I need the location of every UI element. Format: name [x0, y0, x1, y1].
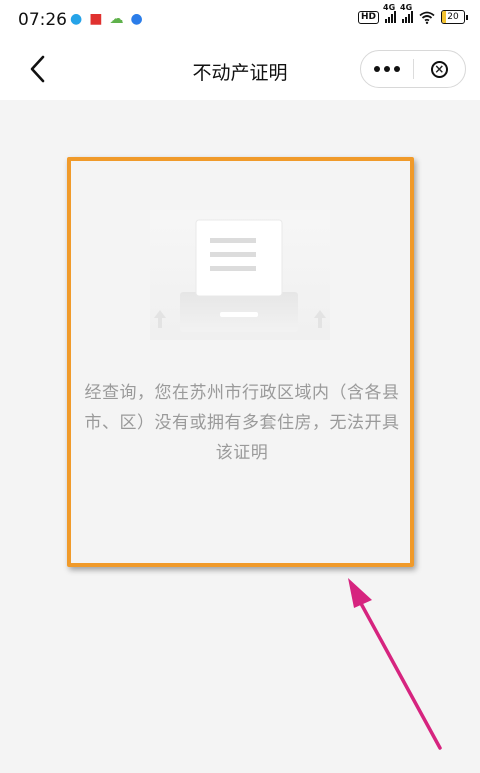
miniprogram-capsule: ×: [360, 50, 466, 88]
wifi-icon: [419, 11, 435, 24]
system-status: HD 4G 4G 20: [357, 3, 468, 24]
app-blue-icon: ●: [130, 11, 143, 27]
status-bar: 07:26 ● ■ ☁ ● HD 4G 4G 20: [0, 0, 480, 40]
signal-icon: 4G: [383, 3, 396, 23]
signal-icon-2: 4G: [400, 3, 413, 23]
more-button[interactable]: [361, 51, 413, 87]
notification-icons: ● ■ ☁ ●: [70, 11, 143, 27]
close-button[interactable]: ×: [414, 51, 466, 87]
more-icon: [373, 66, 400, 72]
weather-icon: ☁: [109, 11, 124, 27]
close-icon: ×: [430, 60, 448, 78]
status-time: 07:26: [18, 10, 67, 30]
nav-bar: 不动产证明 ×: [0, 40, 480, 100]
annotation-highlight-box: [67, 157, 414, 567]
annotation-arrow-icon: [348, 578, 442, 750]
app-red-icon: ■: [89, 11, 103, 27]
battery-icon: 20: [441, 10, 468, 24]
qq-icon: ●: [70, 11, 83, 27]
hd-icon: HD: [357, 10, 379, 24]
